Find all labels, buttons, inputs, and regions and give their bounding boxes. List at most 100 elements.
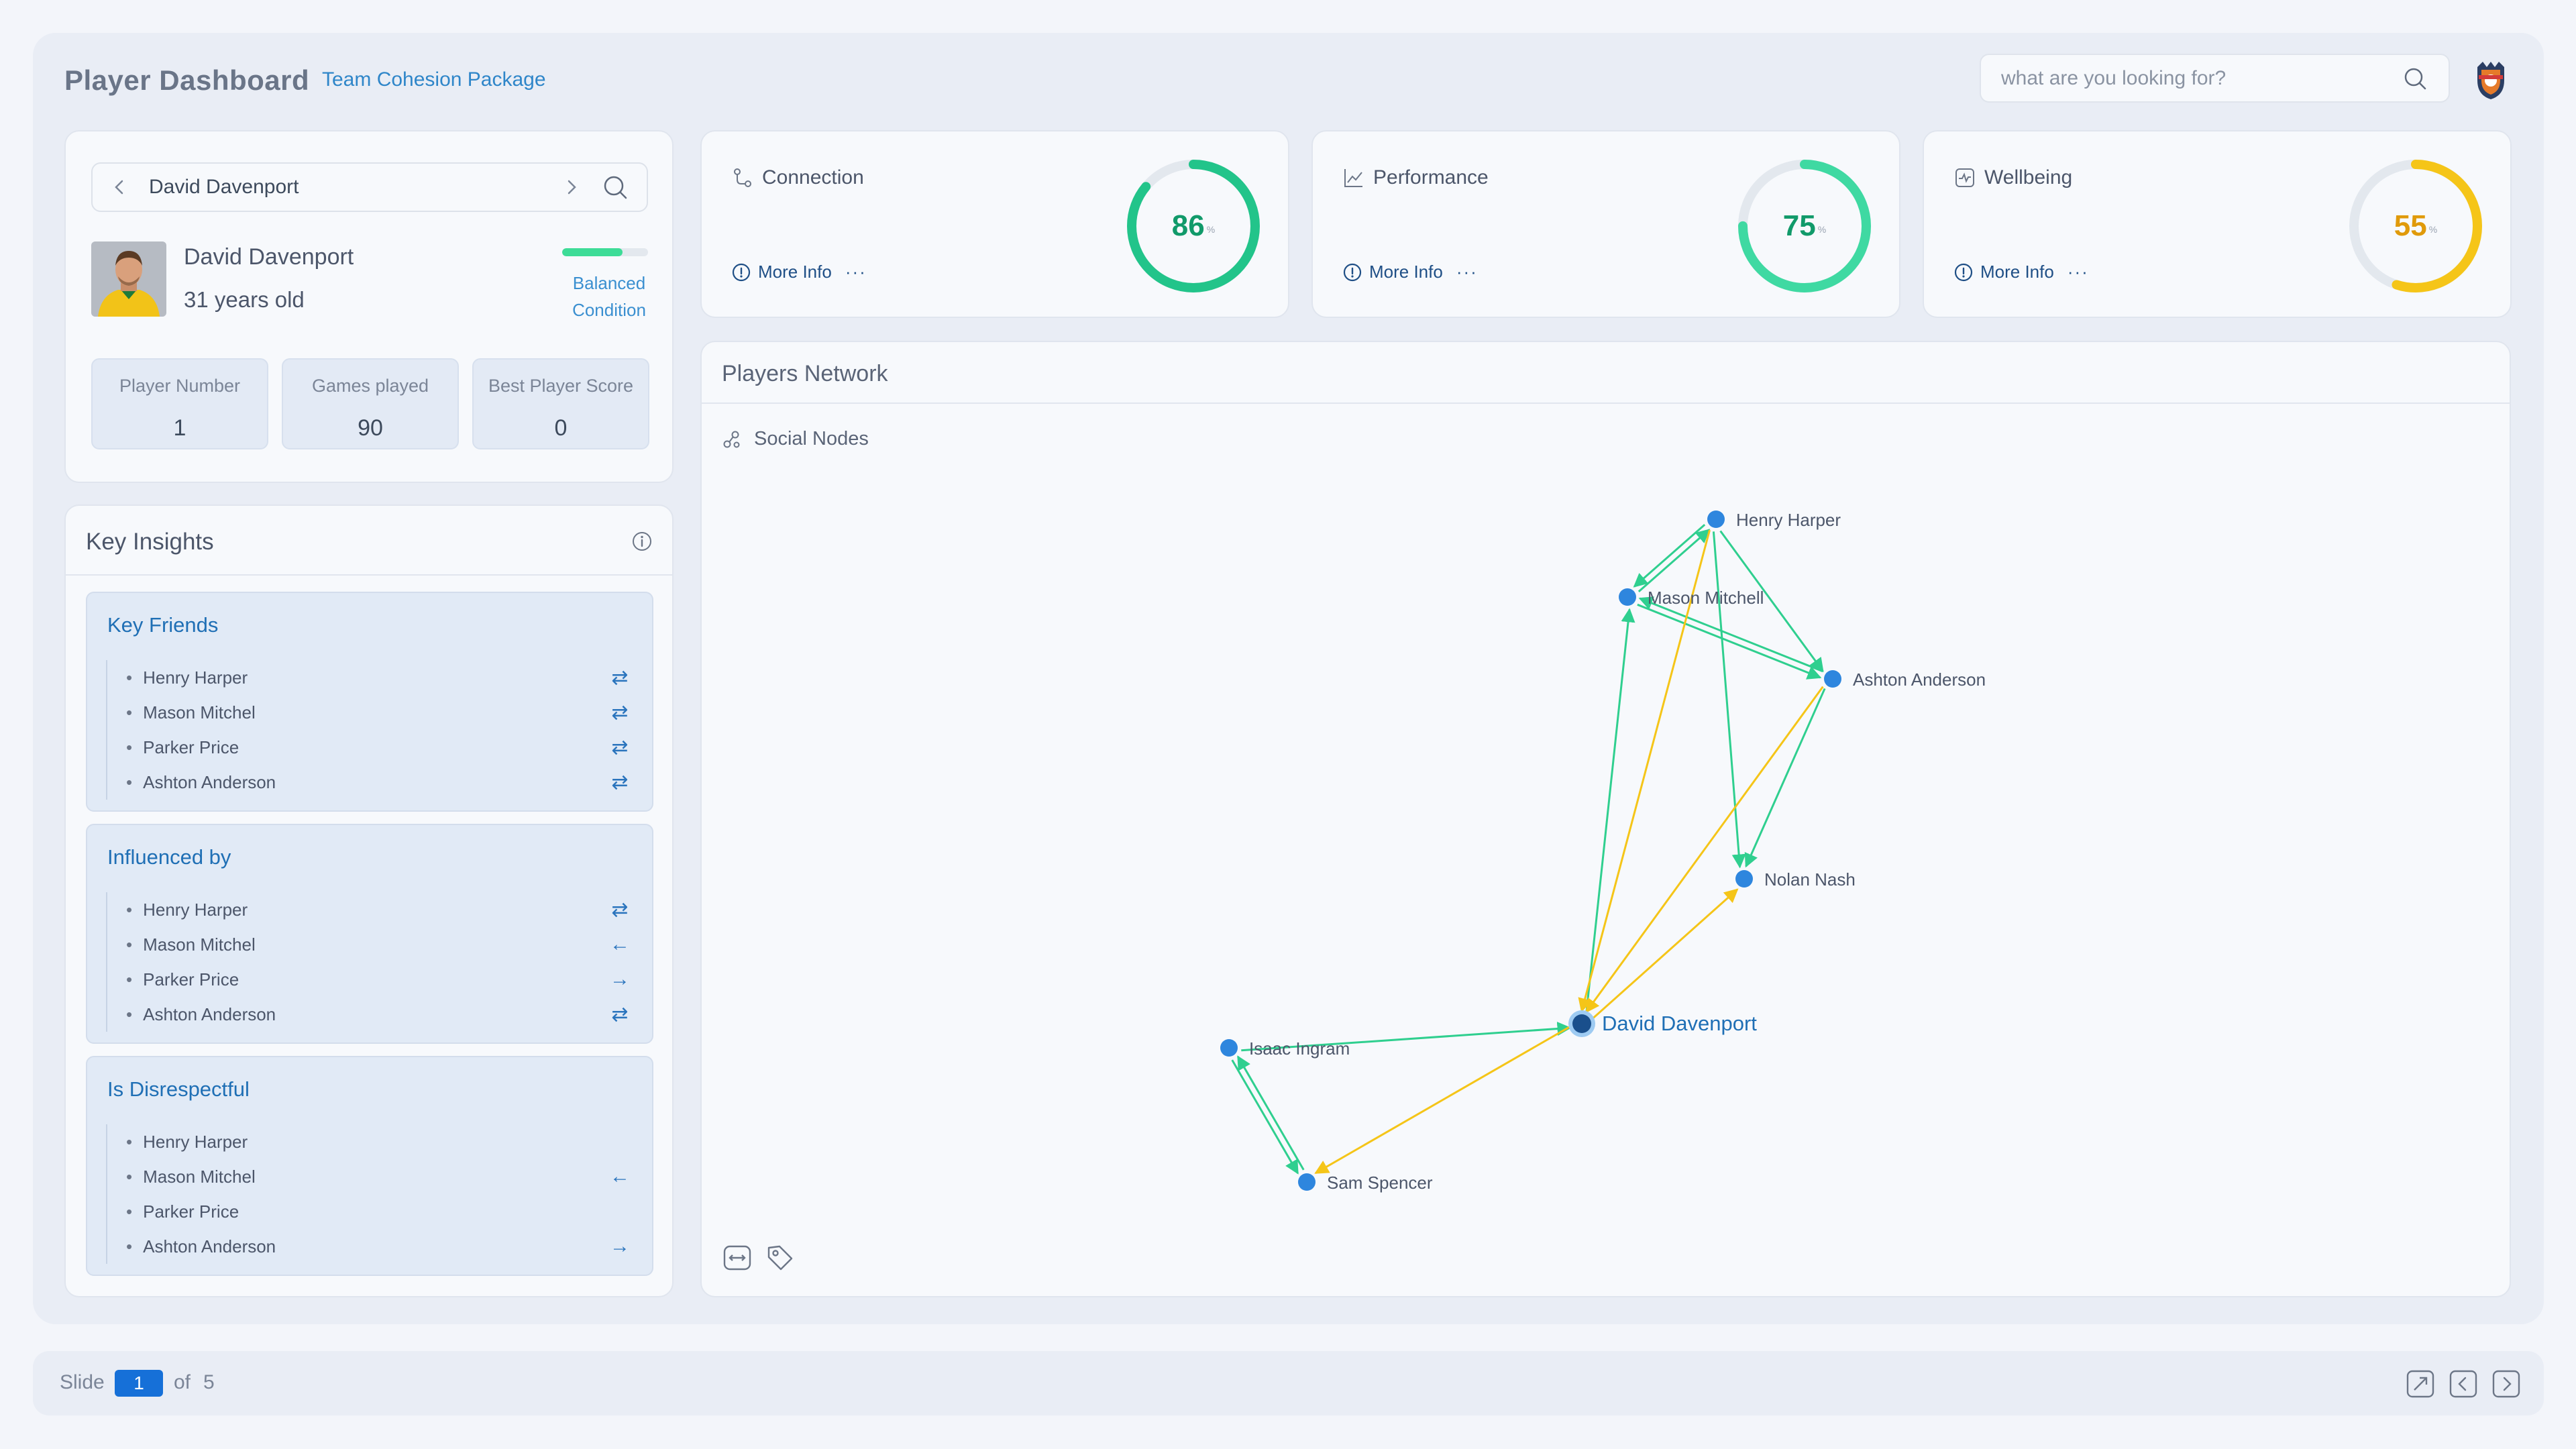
relation-icon: ⇄ [611,1003,629,1026]
list-item[interactable]: • Henry Harper ⇄ [126,660,633,695]
relation-icon: → [610,968,630,990]
condition-bar [562,248,648,256]
stat-games-played: Games played 90 [282,358,459,449]
list-item[interactable]: • Mason Mitchel ← [126,927,633,962]
item-name: Ashton Anderson [143,771,276,792]
network-node[interactable] [1572,1014,1591,1033]
stat-player-number: Player Number 1 [91,358,268,449]
search-box[interactable] [1980,54,2450,103]
gauge-value: 86% [1123,156,1264,297]
relation-icon: ← [610,933,630,955]
item-name: Ashton Anderson [143,1236,276,1256]
item-name: Parker Price [143,737,239,757]
player-search-icon[interactable] [601,173,629,201]
info-icon[interactable] [631,530,653,553]
info-icon [1343,263,1362,281]
metric-title: Connection [731,166,864,189]
chevron-right-icon[interactable] [562,178,581,197]
page-title: Player Dashboard [64,64,310,96]
stat-label: Best Player Score [488,376,634,396]
total-slides: 5 [203,1371,215,1393]
item-name: Parker Price [143,1201,239,1222]
more-info-link[interactable]: More Info ··· [731,262,867,282]
info-icon [732,263,751,281]
item-name: Mason Mitchel [143,702,256,722]
network-node-label: Sam Spencer [1327,1173,1433,1193]
bullet-icon: • [126,1131,133,1152]
more-info-link[interactable]: More Info ··· [1342,262,1478,282]
network-node[interactable] [1220,1039,1238,1057]
more-options-icon[interactable]: ··· [1456,262,1478,282]
chevron-left-icon[interactable] [110,178,129,197]
list-item[interactable]: • Mason Mitchel ← [126,1159,633,1194]
bullet-icon: • [126,667,133,688]
more-options-icon[interactable]: ··· [2068,262,2089,282]
relation-icon: ⇄ [611,898,629,921]
key-insights-title: Key Insights [86,529,214,555]
relation-icon: ⇄ [611,666,629,689]
network-edge [1712,531,1746,869]
condition-bar-fill [562,248,623,256]
list-item[interactable]: • Ashton Anderson → [126,1229,633,1264]
network-node[interactable] [1707,511,1725,528]
item-name: Henry Harper [143,667,248,688]
player-selector[interactable]: David Davenport [91,162,648,212]
package-link[interactable]: Team Cohesion Package [322,68,546,91]
list-item[interactable]: • Henry Harper [126,1124,633,1159]
network-node[interactable] [1298,1173,1316,1191]
metric-card-connection: Connection More Info ··· 86% [700,130,1289,318]
network-node[interactable] [1824,670,1841,688]
network-edge [1237,1055,1305,1171]
tag-icon[interactable] [765,1242,796,1273]
list-item[interactable]: • Parker Price [126,1194,633,1229]
player-age: 31 years old [184,287,305,312]
bullet-icon: • [126,702,133,722]
condition-label-line1: Balanced [572,273,646,293]
network-node-label: Isaac Ingram [1249,1038,1350,1059]
current-slide-badge[interactable]: 1 [115,1370,163,1397]
metric-title-text: Wellbeing [1984,166,2073,189]
player-name: David Davenport [184,244,354,270]
network-node[interactable] [1619,588,1636,606]
metric-title-text: Connection [762,166,864,189]
item-name: Mason Mitchel [143,934,256,955]
fit-width-icon[interactable] [722,1242,753,1273]
player-card: David Davenport David Davenport 31 years… [64,130,674,483]
team-logo-icon[interactable] [2472,60,2510,101]
list-item[interactable]: • Mason Mitchel ⇄ [126,695,633,730]
search-icon[interactable] [2402,65,2428,92]
network-edge [1314,1026,1570,1174]
expand-icon[interactable] [2405,1368,2436,1399]
bullet-icon: • [126,1166,133,1187]
list-item[interactable]: • Henry Harper ⇄ [126,892,633,927]
slide-label: Slide [60,1371,105,1393]
more-options-icon[interactable]: ··· [845,262,867,282]
more-info-label: More Info [758,262,832,282]
relation-icon: ⇄ [611,736,629,759]
insight-group-key-friends: Key Friends • Henry Harper ⇄ • Mason Mitche… [86,592,653,812]
bullet-icon: • [126,1236,133,1256]
search-input[interactable] [2001,66,2402,90]
network-graph[interactable]: Henry Harper Mason Mitchell Ashton Anderso… [702,342,2510,1296]
network-node-label: Henry Harper [1736,510,1841,530]
slide-footer: Slide 1 of 5 [33,1351,2544,1415]
network-node[interactable] [1735,870,1753,888]
gauge-number: 75 [1782,209,1816,242]
condition-label-line2: Condition [572,300,646,320]
next-slide-icon[interactable] [2491,1368,2522,1399]
bullet-icon: • [126,737,133,757]
bullet-icon: • [126,934,133,955]
list-item[interactable]: • Parker Price → [126,962,633,997]
bullet-icon: • [126,771,133,792]
list-item[interactable]: • Ashton Anderson ⇄ [126,997,633,1032]
relation-icon: ⇄ [611,771,629,794]
insight-group-influenced-by: Influenced by • Henry Harper ⇄ • Mason Mitc… [86,824,653,1044]
more-info-label: More Info [1980,262,2054,282]
heart-monitor-icon [1955,168,1974,187]
previous-slide-icon[interactable] [2448,1368,2479,1399]
player-avatar [91,241,166,317]
list-item[interactable]: • Ashton Anderson ⇄ [126,765,633,800]
list-item[interactable]: • Parker Price ⇄ [126,730,633,765]
more-info-link[interactable]: More Info ··· [1953,262,2089,282]
network-node-label: Ashton Anderson [1853,669,1986,690]
